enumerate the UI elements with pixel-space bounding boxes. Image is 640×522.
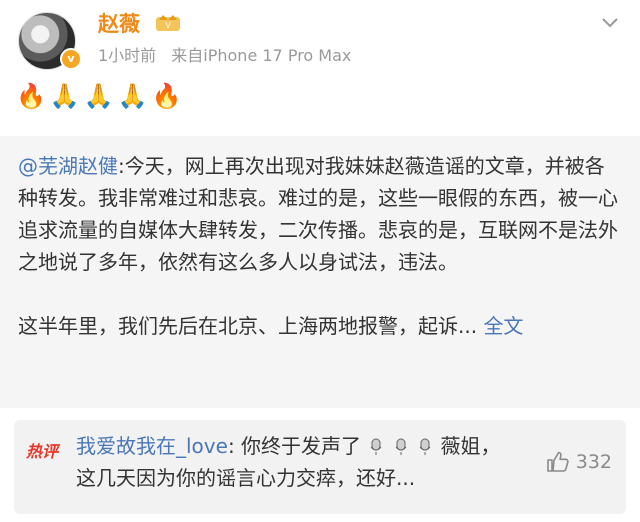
comment-text-a: : 你终于发声了	[227, 434, 362, 458]
svg-text:V: V	[165, 21, 171, 30]
verified-badge-icon: v	[60, 48, 82, 70]
full-text-link[interactable]: 全文	[483, 314, 523, 338]
post-emojis: 🔥🙏🙏🙏🔥	[16, 82, 186, 110]
chevron-down-icon[interactable]	[598, 10, 622, 34]
hot-comment-text: 我爱故我在_love: 你终于发声了 薇姐，这几天因为你的谣言心力交瘁，还好..…	[76, 430, 516, 494]
post-header: v 赵薇 V 1小时前 来自iPhone 17 Pro Max	[0, 0, 640, 78]
repost-text: @芜湖赵健:今天，网上再次出现对我妹妹赵薇造谣的文章，并被各种转发。我非常难过和…	[18, 150, 618, 342]
thumb-up-icon	[546, 451, 569, 472]
post-meta: 1小时前 来自iPhone 17 Pro Max	[98, 42, 361, 66]
comment-username[interactable]: 我爱故我在_love	[76, 434, 228, 458]
microphone-icon	[419, 438, 431, 455]
repost-body-second: 这半年里，我们先后在北京、上海两地报警，起诉...	[18, 314, 478, 338]
hot-comment-badge: 热评	[26, 442, 59, 461]
hot-comment[interactable]: 热评 我爱故我在_love: 你终于发声了 薇姐，这几天因为你的谣言心力交瘁，还…	[14, 420, 626, 514]
microphone-icon	[395, 438, 407, 455]
microphone-icon	[371, 438, 382, 455]
post-source: 来自iPhone 17 Pro Max	[171, 46, 352, 65]
mention-link[interactable]: @芜湖赵健	[18, 154, 118, 178]
username[interactable]: 赵薇	[98, 8, 140, 38]
post-time: 1小时前	[98, 46, 157, 65]
like-button[interactable]: 332	[546, 450, 612, 474]
like-count: 332	[575, 451, 612, 473]
crown-icon: V	[156, 15, 180, 31]
